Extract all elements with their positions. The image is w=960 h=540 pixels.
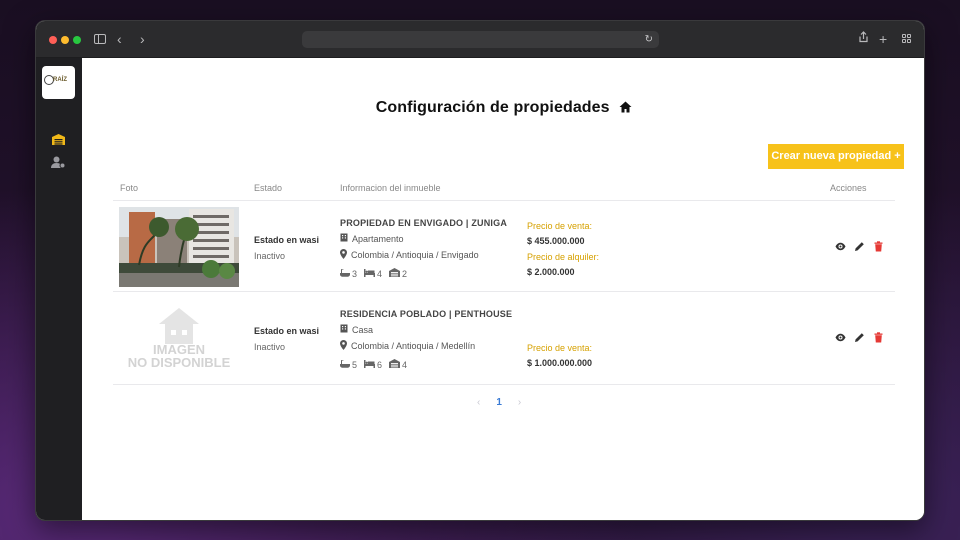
bath-count: 3	[340, 268, 358, 279]
view-eye-icon[interactable]	[835, 330, 846, 342]
property-photo-placeholder[interactable]: IMAGEN NO DISPONIBLE	[119, 300, 239, 380]
minimize-window-button[interactable]	[61, 36, 69, 44]
sidebar-toggle-icon[interactable]	[94, 34, 106, 44]
table-header: Foto Estado Informacion del inmueble Acc…	[113, 169, 895, 201]
row-actions	[835, 330, 884, 343]
bed-count: 4	[364, 268, 383, 279]
browser-toolbar: ‹ › ↻ +	[36, 21, 924, 58]
sale-price-label: Precio de venta:	[527, 221, 593, 231]
bed-icon	[364, 359, 376, 370]
view-eye-icon[interactable]	[835, 239, 846, 251]
pagination-prev-button[interactable]: ‹	[477, 397, 480, 408]
estado-value: Inactivo	[254, 251, 286, 261]
garage-count: 4	[389, 359, 407, 370]
sidebar-users-icon[interactable]	[51, 156, 66, 169]
column-header-acciones: Acciones	[830, 183, 867, 193]
location-pin-icon	[340, 340, 347, 352]
column-header-estado: Estado	[254, 183, 283, 193]
page-title-text: Configuración de propiedades	[375, 99, 610, 116]
property-type: Apartamento	[340, 233, 404, 244]
property-type-text: Casa	[352, 324, 374, 335]
sale-price-value: $ 1.000.000.000	[527, 358, 593, 368]
estado-value: Inactivo	[254, 342, 286, 352]
main-content: Configuración de propiedades Crear nueva…	[82, 58, 924, 520]
app-logo[interactable]: RAÍZ	[42, 66, 75, 99]
zoom-window-button[interactable]	[73, 36, 81, 44]
placeholder-line-2: NO DISPONIBLE	[127, 355, 231, 370]
sale-price-value: $ 455.000.000	[527, 236, 585, 246]
property-location: Colombia / Antioquia / Envigado	[340, 249, 479, 261]
property-location-text: Colombia / Antioquia / Medellín	[351, 341, 476, 351]
app-sidebar: RAÍZ	[36, 58, 82, 520]
share-icon[interactable]	[858, 30, 869, 48]
garage-count-text: 4	[402, 359, 408, 370]
pagination: ‹ 1 ›	[477, 397, 521, 408]
garage-icon	[389, 359, 401, 370]
estado-label: Estado en wasi	[254, 326, 320, 336]
forward-arrow-icon[interactable]: ›	[140, 30, 145, 48]
close-window-button[interactable]	[49, 36, 57, 44]
sidebar-properties-icon[interactable]	[51, 133, 66, 146]
table-row: Estado en wasi Inactivo PROPIEDAD EN ENV…	[113, 201, 895, 292]
reload-icon[interactable]: ↻	[645, 31, 653, 48]
column-header-info: Informacion del inmueble	[340, 183, 441, 193]
bath-count-text: 3	[352, 268, 358, 279]
edit-pencil-icon[interactable]	[854, 239, 865, 251]
property-features: 5 6 4	[340, 359, 414, 370]
column-header-foto: Foto	[120, 183, 139, 193]
property-title: PROPIEDAD EN ENVIGADO | ZUNIGA	[340, 218, 508, 228]
delete-trash-icon[interactable]	[873, 330, 884, 343]
create-property-button[interactable]: Crear nueva propiedad +	[768, 144, 904, 169]
bed-count-text: 4	[377, 268, 383, 279]
location-pin-icon	[340, 249, 347, 261]
garage-count: 2	[389, 268, 407, 279]
tab-overview-icon[interactable]	[902, 34, 912, 44]
rent-price-label: Precio de alquiler:	[527, 252, 600, 262]
bath-count-text: 5	[352, 359, 358, 370]
sale-price-label: Precio de venta:	[527, 343, 593, 353]
row-actions	[835, 239, 884, 252]
logo-wordmark-icon: RAÍZ	[53, 77, 67, 83]
building-icon	[340, 324, 348, 335]
new-tab-icon[interactable]: +	[879, 30, 887, 48]
rent-price-value: $ 2.000.000	[527, 267, 575, 277]
back-arrow-icon[interactable]: ‹	[117, 30, 122, 48]
table-row: IMAGEN NO DISPONIBLE Estado en wasi Inac…	[113, 292, 895, 385]
page-title: Configuración de propiedades	[82, 99, 924, 118]
address-bar[interactable]: ↻	[302, 31, 659, 48]
property-type-text: Apartamento	[352, 233, 404, 244]
bath-icon	[340, 268, 350, 279]
garage-count-text: 2	[402, 268, 408, 279]
browser-window: ‹ › ↻ + RAÍZ Configuración de propiedade…	[35, 20, 925, 521]
garage-icon	[389, 268, 401, 279]
home-icon	[619, 100, 632, 118]
bed-count: 6	[364, 359, 383, 370]
property-location: Colombia / Antioquia / Medellín	[340, 340, 475, 352]
property-photo[interactable]	[119, 207, 239, 287]
delete-trash-icon[interactable]	[873, 239, 884, 252]
edit-pencil-icon[interactable]	[854, 330, 865, 342]
building-icon	[340, 233, 348, 244]
bed-count-text: 6	[377, 359, 383, 370]
property-location-text: Colombia / Antioquia / Envigado	[351, 250, 479, 260]
estado-label: Estado en wasi	[254, 235, 320, 245]
property-type: Casa	[340, 324, 373, 335]
bed-icon	[364, 268, 376, 279]
pagination-next-button[interactable]: ›	[518, 397, 521, 408]
pagination-page-1[interactable]: 1	[496, 397, 502, 408]
bath-count: 5	[340, 359, 358, 370]
property-features: 3 4 2	[340, 268, 414, 279]
property-title: RESIDENCIA POBLADO | PENTHOUSE	[340, 309, 513, 319]
bath-icon	[340, 359, 350, 370]
